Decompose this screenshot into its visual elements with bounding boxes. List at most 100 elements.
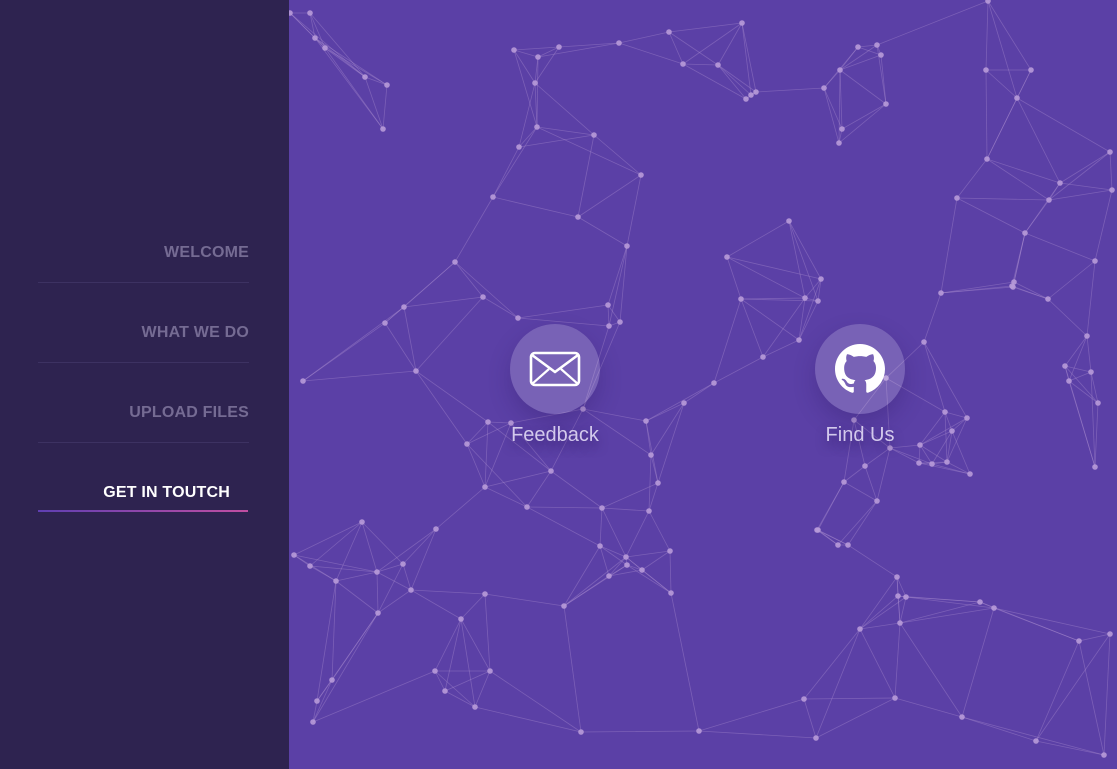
find-us-button[interactable]: Find Us [800,324,920,447]
nav-item-welcome[interactable]: WELCOME [38,244,249,324]
sidebar: WELCOME WHAT WE DO UPLOAD FILES GET IN T… [0,0,289,769]
find-us-label: Find Us [825,424,895,446]
network-node [480,294,486,300]
network-link [1047,298,1088,337]
network-link [816,529,839,546]
network-link [460,593,486,620]
network-node [458,616,464,622]
network-link [415,296,484,372]
network-node [1109,187,1115,193]
network-link [466,443,486,488]
network-node [374,569,380,575]
network-node [638,172,644,178]
network-link [335,580,379,614]
network-link [1012,286,1049,300]
network-node [964,415,970,421]
network-link [466,443,528,508]
network-link [645,420,659,484]
network-node [836,140,842,146]
network-link [314,37,384,130]
network-node [1011,279,1017,285]
network-node [1033,738,1039,744]
network-link [1024,232,1096,262]
network-link [923,341,968,419]
nav-divider [38,362,249,363]
network-node [643,418,649,424]
network-node [813,735,819,741]
network-link [558,42,620,48]
network-link [682,63,719,66]
network-node [743,96,749,102]
network-node [515,315,521,321]
network-link [726,256,822,280]
network-node [312,35,318,41]
network-link [1078,640,1105,756]
network-node [821,85,827,91]
nav-item-label: WHAT WE DO [141,324,249,341]
network-node [524,504,530,510]
network-link [985,0,989,71]
network-link [762,339,800,358]
network-link [986,158,1050,201]
network-node [696,728,702,734]
network-link [740,298,800,341]
network-link [484,593,491,672]
feedback-button[interactable]: Feedback [495,324,615,447]
network-link [444,618,462,692]
network-link [843,465,866,483]
network-node [472,704,478,710]
network-link [897,595,901,624]
network-link [607,304,610,327]
network-node [857,626,863,632]
network-link [650,454,659,484]
network-link [302,306,405,382]
network-node [711,380,717,386]
network-link [608,245,628,327]
network-link [1086,335,1092,373]
network-link [987,0,1018,99]
network-link [918,462,971,475]
network-link [1048,151,1111,201]
network-link [577,174,642,218]
network-link [563,556,627,607]
network-link [961,607,995,718]
network-link [859,576,898,630]
network-link [377,563,404,614]
network-link [625,556,672,594]
network-link [683,382,715,404]
network-link [1035,633,1111,742]
network-link [919,411,946,446]
network-node [897,620,903,626]
network-link [492,146,520,198]
network-node [949,428,955,434]
network-node [894,574,900,580]
network-node [942,409,948,415]
network-link [1094,189,1113,262]
nav-item-what-we-do[interactable]: WHAT WE DO [38,324,249,404]
network-node [655,480,661,486]
network-node [408,587,414,593]
network-link [919,430,953,446]
network-link [717,64,752,96]
network-node [1066,378,1072,384]
network-link [324,47,388,86]
network-link [985,69,988,160]
network-link [839,69,887,105]
network-link [940,197,958,294]
network-link [880,54,887,105]
find-us-icon-circle[interactable] [815,324,905,414]
network-link [316,612,379,702]
network-node [1062,363,1068,369]
feedback-icon-circle[interactable] [510,324,600,414]
nav-item-upload-files[interactable]: UPLOAD FILES [38,404,249,484]
network-link [919,444,948,463]
network-node [944,459,950,465]
network-nodes [289,0,1115,758]
network-link [876,0,989,46]
nav-active-underline [38,510,248,512]
network-link [526,506,603,509]
network-node [892,695,898,701]
nav-item-get-in-touch[interactable]: GET IN TOUTCH [38,484,249,564]
network-link [377,589,412,614]
network-link [415,370,468,445]
